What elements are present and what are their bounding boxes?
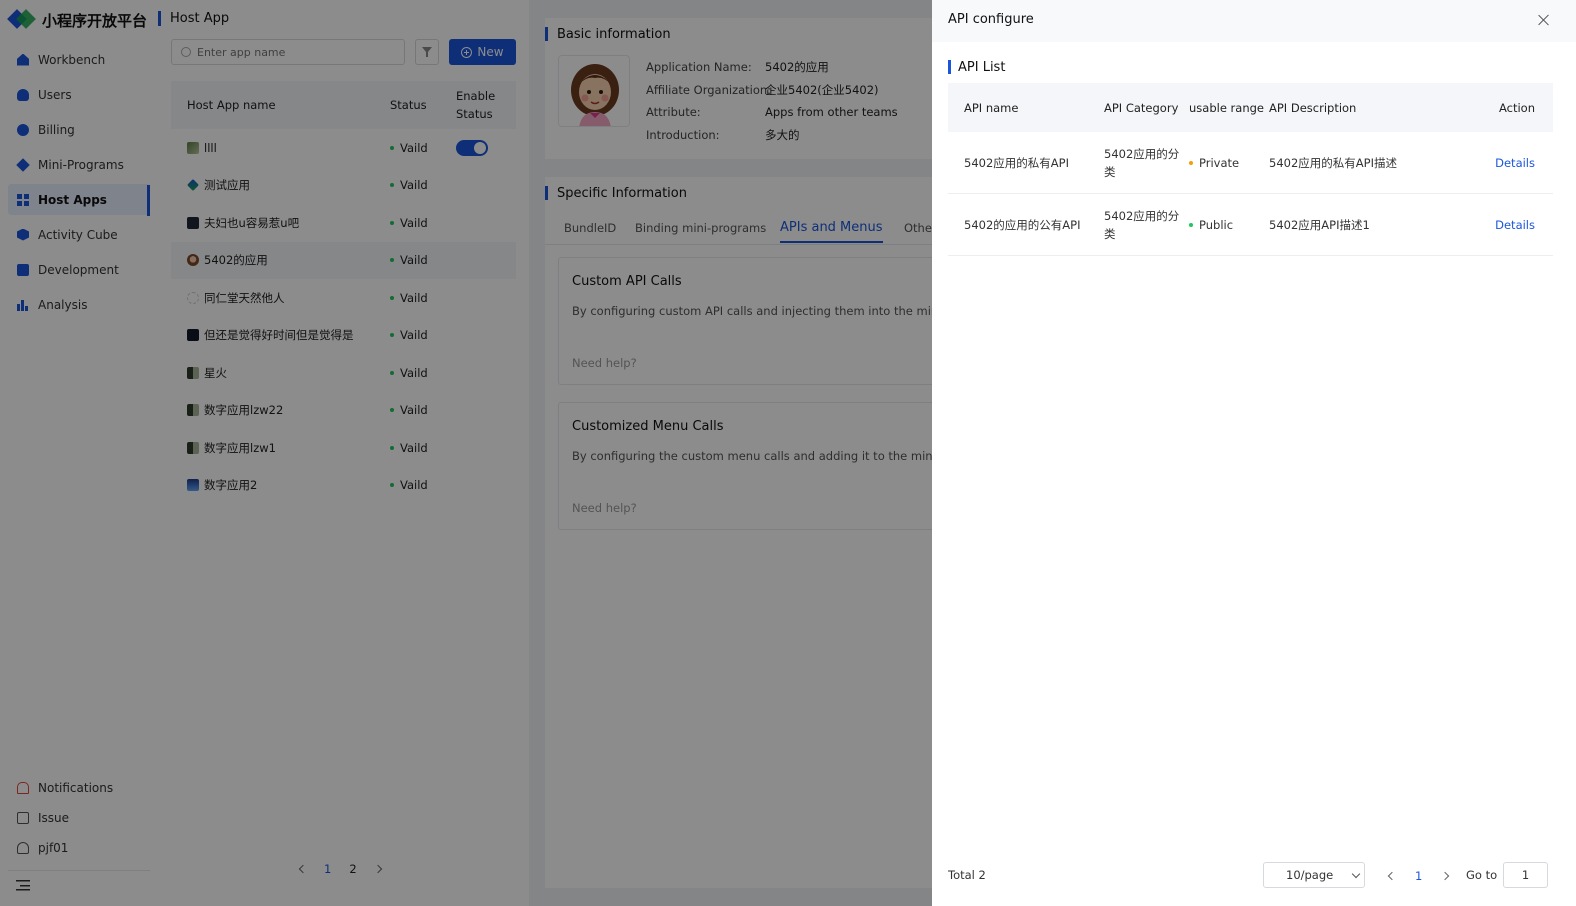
api-configure-drawer: API configure API List API name API Cate… [932, 0, 1576, 906]
api-name: 5402的应用的公有API [964, 217, 1081, 232]
goto-page-input[interactable] [1503, 862, 1548, 888]
col-header-api-description: API Description [1269, 100, 1357, 115]
table-row: 5402应用的私有API 5402应用的分类 Private 5402应用的私有… [948, 132, 1553, 194]
usable-range: Private [1199, 155, 1240, 170]
col-header-usable-range: usable range [1189, 100, 1264, 115]
chevron-down-icon [1351, 869, 1361, 878]
goto-label: Go to [1466, 868, 1498, 882]
api-table: API name API Category usable range API D… [948, 83, 1553, 256]
page-size-value: 10/page [1286, 868, 1334, 882]
col-header-api-category: API Category [1104, 100, 1179, 115]
table-header: API name API Category usable range API D… [948, 83, 1553, 132]
col-header-action: Action [1498, 100, 1535, 115]
api-list-title: API List [948, 59, 1005, 75]
drawer-header: API configure [932, 0, 1576, 42]
usable-range: Public [1199, 217, 1234, 232]
section-title-text: API List [958, 59, 1006, 75]
col-header-api-name: API name [964, 100, 1019, 115]
details-link[interactable]: Details [1495, 156, 1535, 170]
modal-overlay[interactable] [0, 0, 932, 906]
page-size-select[interactable]: 10/page [1263, 862, 1365, 888]
title-accent-bar [948, 60, 951, 74]
prev-page-icon[interactable] [1387, 871, 1397, 881]
api-description: 5402应用的私有API描述 [1269, 155, 1397, 170]
table-row: 5402的应用的公有API 5402应用的分类 Public 5402应用API… [948, 194, 1553, 256]
range-dot-icon [1189, 160, 1193, 165]
page-number[interactable]: 1 [1415, 869, 1422, 883]
api-name: 5402应用的私有API [964, 155, 1069, 170]
range-dot-icon [1189, 222, 1193, 227]
api-category: 5402应用的分类 [1104, 146, 1180, 179]
next-page-icon[interactable] [1441, 871, 1450, 881]
drawer-title: API configure [948, 12, 1034, 27]
api-category: 5402应用的分类 [1104, 208, 1180, 241]
total-count: Total 2 [948, 868, 986, 882]
close-icon[interactable] [1537, 13, 1551, 27]
drawer-pagination: Total 2 10/page 1 Go to [948, 862, 1548, 888]
api-description: 5402应用API描述1 [1269, 217, 1370, 232]
pager: 1 [1387, 869, 1450, 883]
details-link[interactable]: Details [1495, 218, 1535, 232]
